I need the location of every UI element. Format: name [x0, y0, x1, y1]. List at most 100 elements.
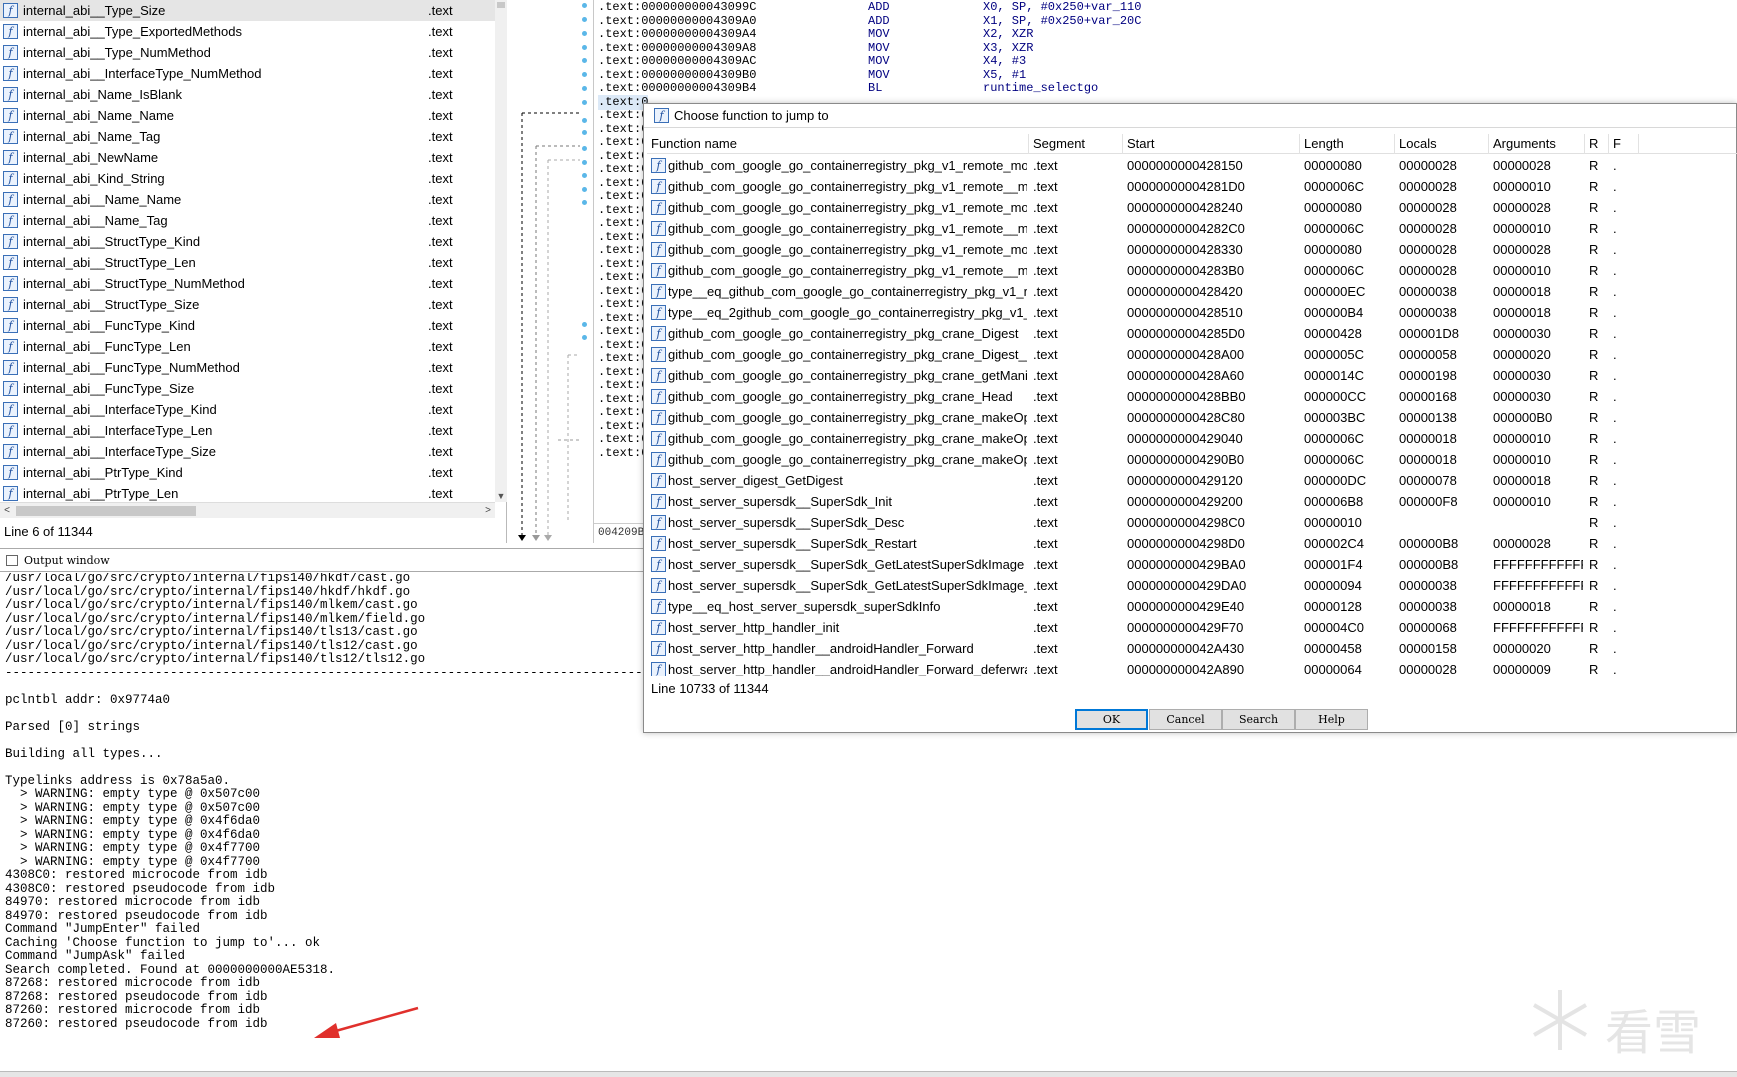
function-table-row[interactable]: f host_server_http_handler__androidHandle… — [647, 638, 1737, 659]
help-button[interactable]: Help — [1295, 709, 1368, 730]
function-list-row[interactable]: f internal_abi__PtrType_Len .text — [0, 483, 495, 502]
scroll-left-arrow-icon[interactable]: < — [0, 503, 14, 519]
function-table-row[interactable]: f github_com_google_go_containerregistry_… — [647, 197, 1737, 218]
function-list-row[interactable]: f internal_abi__FuncType_Size .text — [0, 378, 495, 399]
function-table-row[interactable]: f type__eq_2github_com_google_go_containe… — [647, 302, 1737, 323]
function-list-row[interactable]: f internal_abi__InterfaceType_Size .text — [0, 441, 495, 462]
function-list-row[interactable]: f internal_abi__InterfaceType_NumMethod .t… — [0, 63, 495, 84]
watermark-logo: 看雪 — [1525, 985, 1725, 1061]
function-table-row[interactable]: f github_com_google_go_containerregistry_… — [647, 155, 1737, 176]
row-f-flag: . — [1613, 158, 1617, 173]
function-list-row[interactable]: f internal_abi__InterfaceType_Kind .text — [0, 399, 495, 420]
function-table-row[interactable]: f host_server_supersdk__SuperSdk_Restart.… — [647, 533, 1737, 554]
column-header[interactable]: R — [1585, 134, 1609, 154]
row-function-name: github_com_google_go_containerregistry_p… — [668, 242, 1027, 257]
functions-horizontal-scrollbar[interactable]: < > — [0, 502, 495, 518]
row-length: 0000006C — [1304, 431, 1364, 446]
function-table-row[interactable]: f github_com_google_go_containerregistry_… — [647, 428, 1737, 449]
output-line: Building all types... — [5, 746, 163, 761]
function-icon: f — [651, 431, 666, 446]
function-table-row[interactable]: f github_com_google_go_containerregistry_… — [647, 218, 1737, 239]
function-table-row[interactable]: f github_com_google_go_containerregistry_… — [647, 239, 1737, 260]
function-list-row[interactable]: f internal_abi__InterfaceType_Len .text — [0, 420, 495, 441]
graph-node-marker — [582, 100, 587, 105]
function-table-row[interactable]: f github_com_google_go_containerregistry_… — [647, 344, 1737, 365]
function-table-row[interactable]: f type__eq_github_com_google_go_container… — [647, 281, 1737, 302]
function-list-row[interactable]: f internal_abi_Name_Name .text — [0, 105, 495, 126]
function-list-row[interactable]: f internal_abi__StructType_Kind .text — [0, 231, 495, 252]
function-table-row[interactable]: f github_com_google_go_containerregistry_… — [647, 449, 1737, 470]
choose-function-dialog[interactable]: f Choose function to jump to Function na… — [643, 103, 1737, 733]
scrollbar-thumb[interactable] — [16, 506, 196, 516]
function-table-row[interactable]: f github_com_google_go_containerregistry_… — [647, 407, 1737, 428]
row-segment: .text — [1033, 662, 1058, 676]
column-header[interactable]: Start — [1123, 134, 1300, 154]
scrollbar-thumb[interactable] — [497, 2, 505, 8]
function-table-row[interactable]: f host_server_supersdk__SuperSdk_Desc .tex… — [647, 512, 1737, 533]
output-line: 87260: restored pseudocode from idb — [5, 1016, 268, 1031]
row-start: 0000000000428420 — [1127, 284, 1243, 299]
function-table-row[interactable]: f github_com_google_go_containerregistry_… — [647, 176, 1737, 197]
instruction-address: .text:00000000004309AC — [598, 54, 757, 68]
function-segment: .text — [428, 171, 453, 186]
function-list-row[interactable]: f internal_abi__Type_Size .text — [0, 0, 495, 21]
function-table-row[interactable]: f host_server_supersdk__SuperSdk_GetLates… — [647, 554, 1737, 575]
function-list-row[interactable]: f internal_abi_Name_IsBlank .text — [0, 84, 495, 105]
scroll-down-arrow-icon[interactable]: ▼ — [495, 490, 507, 502]
function-icon: f — [651, 536, 666, 551]
function-list-row[interactable]: f internal_abi__Type_NumMethod .text — [0, 42, 495, 63]
function-table-row[interactable]: f github_com_google_go_containerregistry_… — [647, 386, 1737, 407]
function-table-row[interactable]: f host_server_supersdk__SuperSdk_GetLates… — [647, 575, 1737, 596]
disassembly-line-truncated[interactable]: .text:0 — [598, 446, 648, 461]
function-table[interactable]: f github_com_google_go_containerregistry_… — [647, 155, 1737, 676]
function-list-row[interactable]: f internal_abi__StructType_Len .text — [0, 252, 495, 273]
function-list-row[interactable]: f internal_abi_Kind_String .text — [0, 168, 495, 189]
column-header[interactable]: Segment — [1029, 134, 1123, 154]
function-list-row[interactable]: f internal_abi__Type_ExportedMethods .text — [0, 21, 495, 42]
column-header[interactable]: Locals — [1395, 134, 1489, 154]
function-icon: f — [651, 641, 666, 656]
dialog-titlebar[interactable]: f Choose function to jump to — [644, 104, 1736, 128]
row-f-flag: . — [1613, 599, 1617, 614]
function-table-row[interactable]: f github_com_google_go_containerregistry_… — [647, 365, 1737, 386]
column-header[interactable]: F — [1609, 134, 1639, 154]
bottom-scrollbar[interactable] — [0, 1071, 1737, 1077]
row-function-name: github_com_google_go_containerregistry_p… — [668, 326, 1019, 341]
function-icon: f — [3, 423, 18, 438]
functions-list[interactable]: f internal_abi__Type_Size .text f internal_a… — [0, 0, 495, 502]
function-table-row[interactable]: f github_com_google_go_containerregistry_… — [647, 260, 1737, 281]
ok-button[interactable]: OK — [1075, 709, 1148, 730]
function-table-row[interactable]: f host_server_http_handler__androidHandle… — [647, 659, 1737, 676]
function-list-row[interactable]: f internal_abi__StructType_Size .text — [0, 294, 495, 315]
column-header[interactable]: Arguments — [1489, 134, 1585, 154]
function-table-row[interactable]: f host_server_http_handler_init .text 00000… — [647, 617, 1737, 638]
row-segment: .text — [1033, 389, 1058, 404]
row-arguments: FFFFFFFFFFFFFFF8 — [1493, 620, 1583, 635]
function-table-row[interactable]: f type__eq_host_server_supersdk_superSdkI… — [647, 596, 1737, 617]
column-header[interactable]: Length — [1300, 134, 1395, 154]
search-button[interactable]: Search — [1222, 709, 1295, 730]
function-segment: .text — [428, 24, 453, 39]
function-list-row[interactable]: f internal_abi__StructType_NumMethod .text — [0, 273, 495, 294]
row-segment: .text — [1033, 557, 1058, 572]
function-table-row[interactable]: f github_com_google_go_containerregistry_… — [647, 323, 1737, 344]
function-list-row[interactable]: f internal_abi__FuncType_Len .text — [0, 336, 495, 357]
row-f-flag: . — [1613, 662, 1617, 676]
function-list-row[interactable]: f internal_abi__FuncType_Kind .text — [0, 315, 495, 336]
function-list-row[interactable]: f internal_abi_NewName .text — [0, 147, 495, 168]
function-list-row[interactable]: f internal_abi__FuncType_NumMethod .text — [0, 357, 495, 378]
function-list-row[interactable]: f internal_abi__Name_Tag .text — [0, 210, 495, 231]
function-list-row[interactable]: f internal_abi__PtrType_Kind .text — [0, 462, 495, 483]
function-table-row[interactable]: f host_server_supersdk__SuperSdk_Init .tex… — [647, 491, 1737, 512]
scroll-right-arrow-icon[interactable]: > — [481, 503, 495, 519]
functions-vertical-scrollbar[interactable]: ▼ — [495, 0, 507, 502]
cancel-button[interactable]: Cancel — [1149, 709, 1222, 730]
function-table-row[interactable]: f host_server_digest_GetDigest .text 000000… — [647, 470, 1737, 491]
row-r-flag: R — [1589, 284, 1599, 299]
function-list-row[interactable]: f internal_abi_Name_Tag .text — [0, 126, 495, 147]
function-list-row[interactable]: f internal_abi__Name_Name .text — [0, 189, 495, 210]
function-segment: .text — [428, 45, 453, 60]
function-segment: .text — [428, 339, 453, 354]
column-header[interactable]: Function name — [647, 134, 1029, 154]
row-f-flag: . — [1613, 179, 1617, 194]
